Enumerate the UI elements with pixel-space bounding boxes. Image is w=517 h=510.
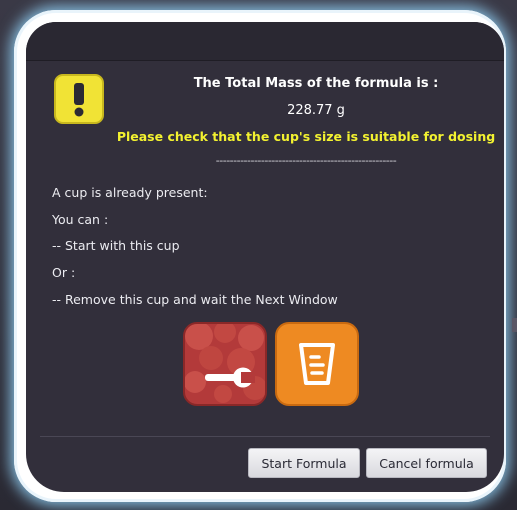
warning-icon bbox=[54, 74, 104, 124]
message-line: You can : bbox=[52, 212, 109, 227]
remove-cup-button[interactable] bbox=[183, 322, 267, 406]
separator-line: ----------------------------------------… bbox=[215, 154, 397, 167]
cup-icon bbox=[299, 343, 335, 385]
start-formula-button[interactable]: Start Formula bbox=[248, 448, 360, 478]
cancel-formula-button[interactable]: Cancel formula bbox=[366, 448, 487, 478]
wrench-icon bbox=[185, 324, 265, 403]
cup-size-warning: Please check that the cup's size is suit… bbox=[116, 129, 496, 144]
message-line: Or : bbox=[52, 265, 76, 280]
total-mass-label: The Total Mass of the formula is : bbox=[193, 76, 439, 91]
message-line: A cup is already present: bbox=[52, 185, 208, 200]
message-line: -- Start with this cup bbox=[52, 238, 180, 253]
message-line: -- Remove this cup and wait the Next Win… bbox=[52, 292, 338, 307]
background-edge bbox=[512, 318, 517, 332]
footer-divider bbox=[40, 436, 490, 437]
total-mass-value: 228.77 g bbox=[287, 103, 345, 118]
cup-check-dialog: The Total Mass of the formula is : 228.7… bbox=[26, 22, 504, 492]
start-with-cup-button[interactable] bbox=[275, 322, 359, 406]
dialog-titlebar bbox=[26, 22, 504, 61]
